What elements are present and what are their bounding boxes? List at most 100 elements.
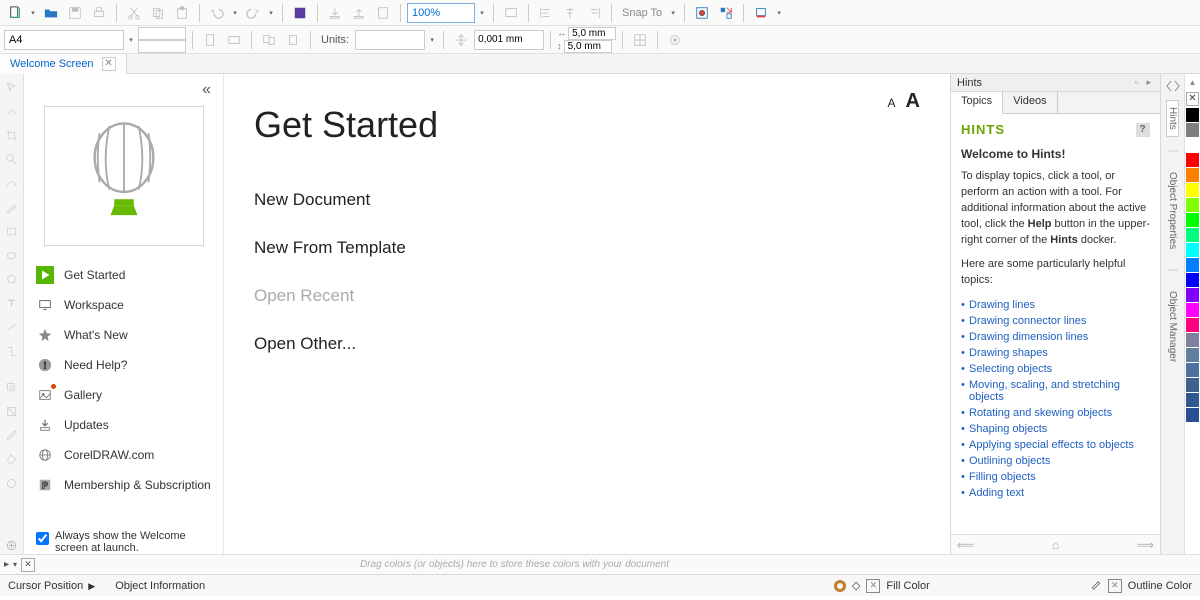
artistic-media-tool[interactable] <box>3 198 21 216</box>
pick-tool[interactable] <box>3 78 21 96</box>
fullscreen-button[interactable] <box>500 2 522 24</box>
help-icon[interactable]: ? <box>1136 123 1150 137</box>
sidebar-item-workspace[interactable]: Workspace <box>24 290 223 320</box>
portrait-button[interactable] <box>199 29 221 51</box>
palette-scroll-up-icon[interactable]: ▲ <box>1185 78 1200 90</box>
color-swatch[interactable] <box>1186 243 1199 257</box>
no-color-swatch[interactable]: ✕ <box>1186 92 1199 106</box>
ellipse-tool[interactable] <box>3 246 21 264</box>
dup-x-input[interactable] <box>568 27 616 40</box>
tray-prev-icon[interactable]: ▸ <box>4 559 9 570</box>
rectangle-tool[interactable] <box>3 222 21 240</box>
sidebar-item-membership[interactable]: P Membership & Subscription <box>24 470 223 500</box>
hints-link[interactable]: Drawing shapes <box>961 345 1150 361</box>
search-content-button[interactable] <box>289 2 311 24</box>
app-launcher-dropdown-icon[interactable]: ▾ <box>774 2 784 24</box>
color-swatch[interactable] <box>1186 273 1199 287</box>
color-swatch[interactable] <box>1186 318 1199 332</box>
new-dropdown-icon[interactable]: ▾ <box>28 2 38 24</box>
color-swatch[interactable] <box>1186 378 1199 392</box>
sidebar-item-gallery[interactable]: Gallery <box>24 380 223 410</box>
tab-topics[interactable]: Topics <box>951 92 1003 114</box>
app-launcher-button[interactable] <box>750 2 772 24</box>
hints-link[interactable]: Moving, scaling, and stretching objects <box>961 377 1150 405</box>
color-swatch[interactable] <box>1186 408 1199 422</box>
sidebar-item-need-help[interactable]: i Need Help? <box>24 350 223 380</box>
color-swatch[interactable] <box>1186 228 1199 242</box>
document-color-tray[interactable]: ▸ ▾ ✕ Drag colors (or objects) here to s… <box>0 554 1200 574</box>
snap-to-label[interactable]: Snap To <box>622 7 662 19</box>
color-swatch[interactable] <box>1186 153 1199 167</box>
save-button[interactable] <box>64 2 86 24</box>
color-swatch[interactable] <box>1186 393 1199 407</box>
units-dropdown-icon[interactable]: ▾ <box>427 29 437 51</box>
fill-color-control[interactable]: ◇ ✕ Fill Color <box>834 579 930 593</box>
undo-dropdown-icon[interactable]: ▾ <box>230 2 240 24</box>
tab-videos[interactable]: Videos <box>1003 92 1057 113</box>
page-height-input[interactable] <box>138 40 186 53</box>
color-swatch[interactable] <box>1186 333 1199 347</box>
action-open-other[interactable]: Open Other... <box>254 320 950 368</box>
treat-as-filled-button[interactable] <box>629 29 651 51</box>
play-icon[interactable]: ▶ <box>88 581 95 591</box>
open-button[interactable] <box>40 2 62 24</box>
connector-tool[interactable] <box>3 342 21 360</box>
zoom-input[interactable] <box>407 3 475 23</box>
parallel-dim-tool[interactable] <box>3 318 21 336</box>
collapse-sidebar-icon[interactable]: « <box>24 74 223 106</box>
docker-tab-object-properties[interactable]: Object Properties <box>1166 165 1179 256</box>
print-button[interactable] <box>88 2 110 24</box>
color-swatch[interactable] <box>1186 288 1199 302</box>
hints-link[interactable]: Outlining objects <box>961 453 1150 469</box>
close-tab-icon[interactable]: ✕ <box>102 57 116 71</box>
shape-tool[interactable] <box>3 102 21 120</box>
landscape-button[interactable] <box>223 29 245 51</box>
redo-dropdown-icon[interactable]: ▾ <box>266 2 276 24</box>
color-swatch[interactable] <box>1186 213 1199 227</box>
snap-dropdown-icon[interactable]: ▾ <box>668 2 678 24</box>
hints-link[interactable]: Adding text <box>961 485 1150 501</box>
text-big-icon[interactable]: A <box>906 90 920 113</box>
tray-flyout-icon[interactable]: ▾ <box>13 560 17 569</box>
undo-button[interactable] <box>206 2 228 24</box>
transparency-tool[interactable] <box>3 402 21 420</box>
align-center-button[interactable] <box>559 2 581 24</box>
color-swatch[interactable] <box>1186 183 1199 197</box>
crop-tool[interactable] <box>3 126 21 144</box>
paste-button[interactable] <box>171 2 193 24</box>
tab-welcome-screen[interactable]: Welcome Screen ✕ <box>0 54 127 74</box>
export-button[interactable] <box>348 2 370 24</box>
quick-customize-toolbox-icon[interactable] <box>3 536 21 554</box>
color-swatch[interactable] <box>1186 198 1199 212</box>
fill-tool[interactable] <box>3 450 21 468</box>
smart-fill-tool[interactable] <box>3 474 21 492</box>
expand-dockers-icon[interactable] <box>1165 78 1181 94</box>
align-left-button[interactable] <box>535 2 557 24</box>
hints-link[interactable]: Drawing connector lines <box>961 313 1150 329</box>
sidebar-item-get-started[interactable]: Get Started <box>24 260 223 290</box>
zoom-dropdown-icon[interactable]: ▾ <box>477 2 487 24</box>
nudge-distance-input[interactable] <box>474 30 544 50</box>
align-right-button[interactable] <box>583 2 605 24</box>
hints-link[interactable]: Selecting objects <box>961 361 1150 377</box>
color-swatch[interactable] <box>1186 108 1199 122</box>
tray-no-color-icon[interactable]: ✕ <box>21 558 35 572</box>
copy-button[interactable] <box>147 2 169 24</box>
color-swatch[interactable] <box>1186 363 1199 377</box>
outline-color-control[interactable]: ✕ Outline Color <box>1090 578 1192 593</box>
drop-shadow-tool[interactable] <box>3 378 21 396</box>
hints-link[interactable]: Rotating and skewing objects <box>961 405 1150 421</box>
dup-y-input[interactable] <box>564 40 612 53</box>
hints-link[interactable]: Filling objects <box>961 469 1150 485</box>
sidebar-item-coreldraw-com[interactable]: CorelDRAW.com <box>24 440 223 470</box>
text-size-control[interactable]: A A <box>888 90 920 113</box>
all-pages-button[interactable] <box>258 29 280 51</box>
cut-button[interactable] <box>123 2 145 24</box>
hints-home-icon[interactable]: ⌂ <box>1052 538 1059 552</box>
sidebar-item-updates[interactable]: Updates <box>24 410 223 440</box>
color-swatch[interactable] <box>1186 258 1199 272</box>
color-swatch[interactable] <box>1186 138 1199 152</box>
color-swatch[interactable] <box>1186 303 1199 317</box>
page-width-input[interactable] <box>138 27 186 40</box>
hints-link[interactable]: Drawing dimension lines <box>961 329 1150 345</box>
